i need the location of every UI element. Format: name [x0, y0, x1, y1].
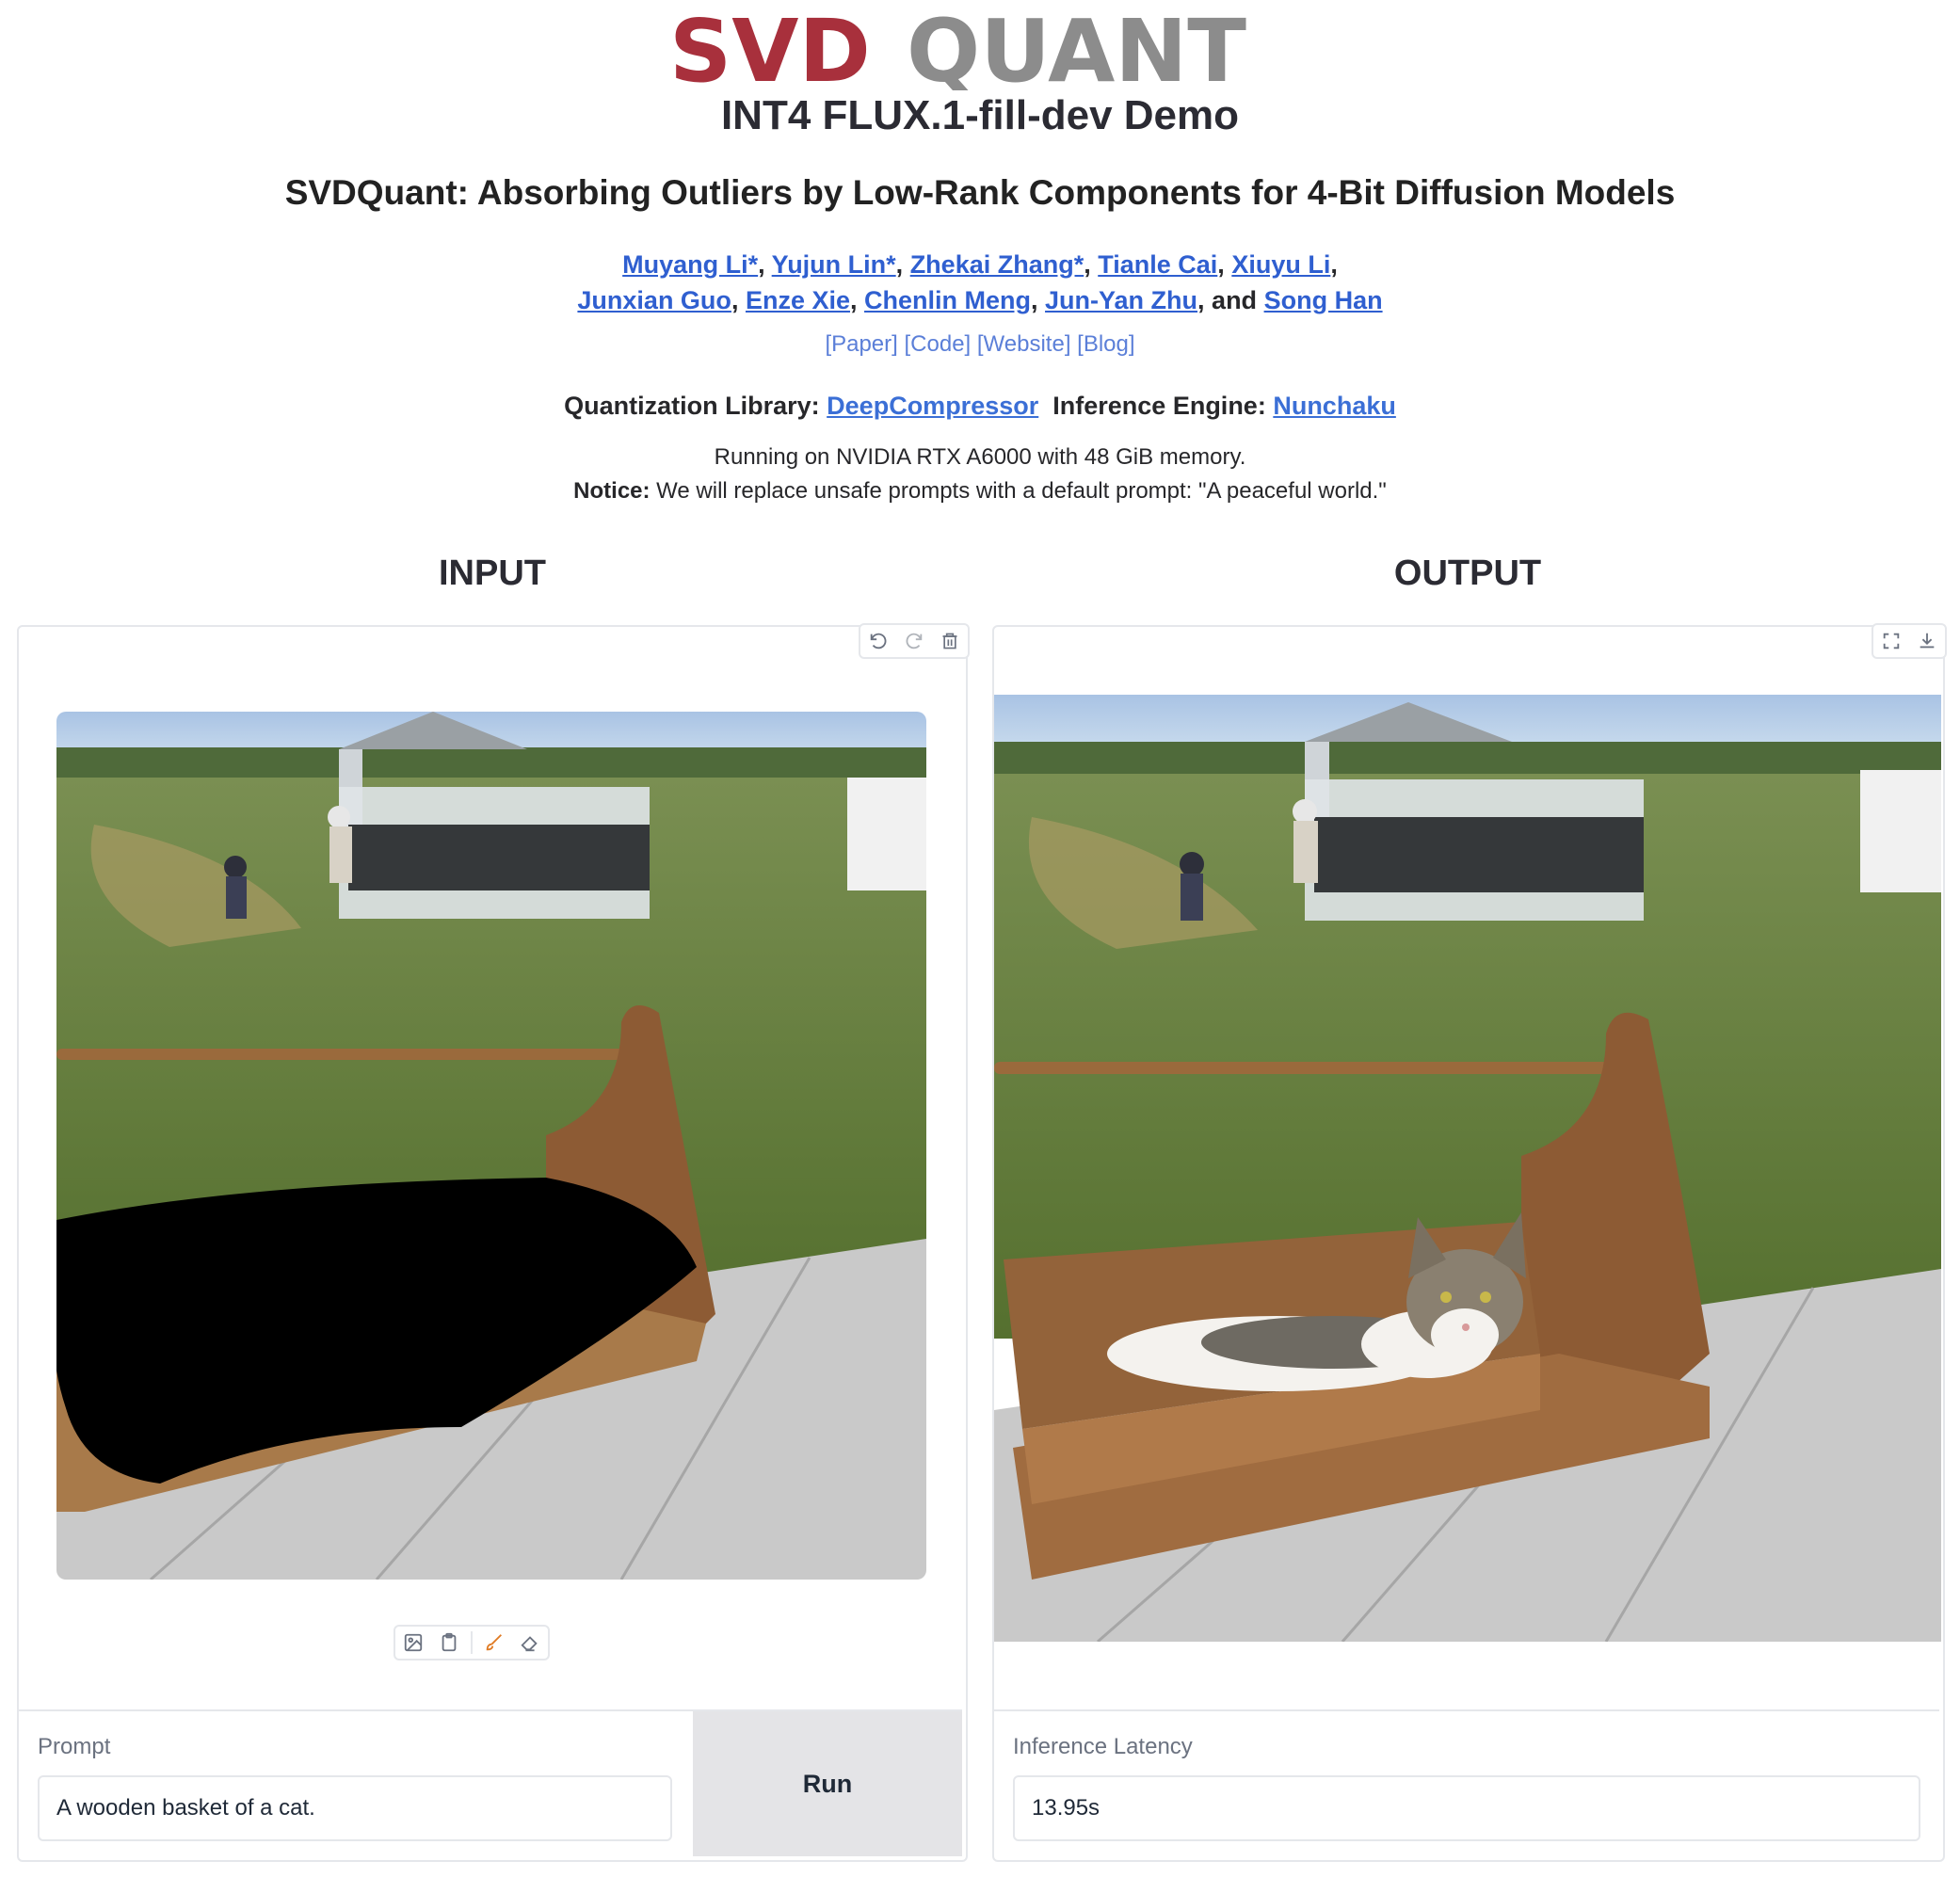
library-info: Quantization Library: DeepCompressor Inf…	[0, 392, 1960, 421]
author-link[interactable]: Song Han	[1264, 286, 1383, 314]
latency-field: 13.95s	[1013, 1775, 1920, 1841]
notice-line: Notice: We will replace unsafe prompts w…	[0, 474, 1960, 508]
author-link[interactable]: Junxian Guo	[577, 286, 731, 314]
prompt-label: Prompt	[38, 1734, 111, 1759]
input-image-editor[interactable]	[56, 712, 926, 1580]
paper-link[interactable]: [Paper]	[825, 331, 897, 357]
svdquant-logo: SVD QUANT	[0, 13, 1960, 90]
latency-label: Inference Latency	[1013, 1734, 1193, 1759]
paper-title: SVDQuant: Absorbing Outliers by Low-Rank…	[284, 173, 1676, 212]
prompt-input[interactable]: A wooden basket of a cat.	[38, 1775, 672, 1841]
redo-icon[interactable]	[896, 625, 932, 657]
author-link[interactable]: Xiuyu Li	[1231, 250, 1330, 279]
fullscreen-icon[interactable]	[1873, 625, 1909, 657]
run-button[interactable]: Run	[693, 1711, 962, 1856]
page-subtitle: INT4 FLUX.1-fill-dev Demo	[720, 92, 1240, 138]
toolbar-divider	[471, 1631, 473, 1654]
author-link[interactable]: Tianle Cai	[1098, 250, 1217, 279]
notice-label: Notice:	[573, 478, 651, 504]
website-link[interactable]: [Website]	[977, 331, 1071, 357]
author-link[interactable]: Zhekai Zhang*	[910, 250, 1084, 279]
and-text: and	[1212, 286, 1258, 314]
code-link[interactable]: [Code]	[905, 331, 972, 357]
output-toolbar	[1872, 623, 1947, 659]
deepcompressor-link[interactable]: DeepCompressor	[827, 392, 1038, 420]
eraser-icon[interactable]	[512, 1627, 548, 1659]
paste-icon[interactable]	[431, 1627, 467, 1659]
author-list: Muyang Li*, Yujun Lin*, Zhekai Zhang*, T…	[577, 250, 1383, 314]
brush-icon[interactable]	[476, 1627, 512, 1659]
runtime-info: Running on NVIDIA RTX A6000 with 48 GiB …	[0, 441, 1960, 508]
undo-icon[interactable]	[860, 625, 896, 657]
nunchaku-link[interactable]: Nunchaku	[1273, 392, 1396, 420]
logo-text-left: SVD	[669, 13, 871, 90]
engine-label: Inference Engine:	[1052, 392, 1266, 420]
author-link[interactable]: Enze Xie	[746, 286, 850, 314]
author-link[interactable]: Muyang Li*	[622, 250, 758, 279]
blog-link[interactable]: [Blog]	[1077, 331, 1134, 357]
author-link[interactable]: Yujun Lin*	[772, 250, 896, 279]
input-toolbar	[859, 623, 970, 659]
input-heading: INPUT	[439, 553, 546, 593]
output-heading: OUTPUT	[1393, 553, 1542, 593]
quant-label: Quantization Library:	[564, 392, 820, 420]
download-icon[interactable]	[1909, 625, 1945, 657]
image-upload-icon[interactable]	[395, 1627, 431, 1659]
image-tools	[394, 1625, 550, 1660]
output-divider	[994, 1709, 1939, 1711]
output-image	[994, 695, 1941, 1642]
author-link[interactable]: Chenlin Meng	[864, 286, 1031, 314]
logo-text-right: QUANT	[907, 13, 1246, 90]
trash-icon[interactable]	[932, 625, 968, 657]
running-text: Running on NVIDIA RTX A6000 with 48 GiB …	[714, 444, 1246, 470]
resource-links: [Paper] [Code] [Website] [Blog]	[0, 331, 1960, 358]
author-link[interactable]: Jun-Yan Zhu	[1045, 286, 1197, 314]
notice-text: We will replace unsafe prompts with a de…	[650, 478, 1387, 504]
